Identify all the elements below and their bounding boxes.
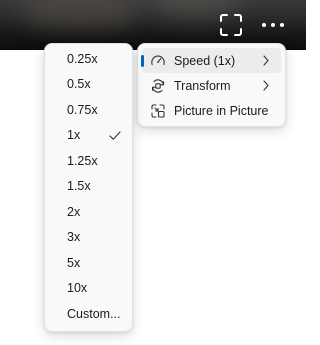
- speed-option-label: 1.25x: [67, 153, 98, 168]
- picture-in-picture-icon: [150, 103, 166, 119]
- chevron-right-icon: [261, 54, 271, 67]
- speedometer-icon: [150, 53, 166, 69]
- menu-item-label: Picture in Picture: [174, 103, 269, 118]
- chevron-right-icon: [261, 79, 271, 92]
- speed-option-0-75x[interactable]: 0.75x: [49, 97, 128, 123]
- speed-option-label: Custom...: [67, 306, 121, 321]
- selection-indicator: [141, 55, 144, 67]
- speed-submenu: 0.25x 0.5x 0.75x 1x 1.25x 1.5x 2x 3x 5x …: [44, 43, 133, 332]
- menu-item-label: Transform: [174, 78, 231, 93]
- speed-option-1x[interactable]: 1x: [49, 123, 128, 149]
- speed-option-5x[interactable]: 5x: [49, 250, 128, 276]
- speed-option-label: 1x: [67, 128, 81, 143]
- speed-option-label: 1.5x: [67, 179, 91, 194]
- speed-option-label: 0.5x: [67, 77, 91, 92]
- fullscreen-button[interactable]: [218, 12, 244, 38]
- speed-option-label: 2x: [67, 204, 81, 219]
- speed-option-2x[interactable]: 2x: [49, 199, 128, 225]
- menu-item-transform[interactable]: Transform: [142, 73, 281, 98]
- checkmark-icon: [108, 129, 122, 142]
- speed-option-label: 0.75x: [67, 102, 98, 117]
- speed-option-label: 0.25x: [67, 51, 98, 66]
- speed-option-1-25x[interactable]: 1.25x: [49, 148, 128, 174]
- speed-option-custom[interactable]: Custom...: [49, 301, 128, 327]
- speed-option-label: 10x: [67, 281, 88, 296]
- menu-item-picture-in-picture[interactable]: Picture in Picture: [142, 98, 281, 123]
- rotate-icon: [150, 78, 166, 94]
- speed-option-label: 5x: [67, 255, 81, 270]
- speed-option-1-5x[interactable]: 1.5x: [49, 174, 128, 200]
- menu-item-label: Speed (1x): [174, 53, 236, 68]
- fullscreen-icon: [220, 14, 242, 36]
- player-options-menu: Speed (1x) Transform Picture in Picture: [137, 43, 286, 127]
- speed-option-3x[interactable]: 3x: [49, 225, 128, 251]
- speed-option-0-5x[interactable]: 0.5x: [49, 72, 128, 98]
- video-frame-blur: [20, 0, 140, 30]
- speed-option-0-25x[interactable]: 0.25x: [49, 46, 128, 72]
- more-horizontal-icon: [262, 23, 284, 27]
- more-options-button[interactable]: [258, 14, 288, 36]
- speed-option-10x[interactable]: 10x: [49, 276, 128, 302]
- speed-option-label: 3x: [67, 230, 81, 245]
- menu-item-speed[interactable]: Speed (1x): [141, 48, 281, 73]
